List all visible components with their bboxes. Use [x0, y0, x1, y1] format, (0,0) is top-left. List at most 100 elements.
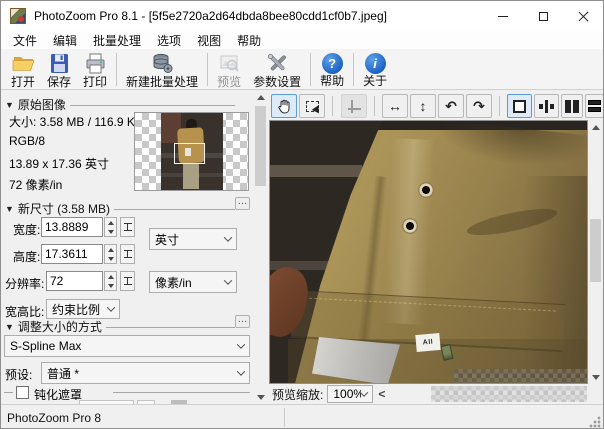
batch-database-icon: [151, 52, 174, 75]
ptoolbar-separator: [332, 96, 333, 116]
height-label: 高度:: [13, 248, 40, 265]
resize-grip[interactable]: [589, 416, 601, 428]
menu-batch[interactable]: 批量处理: [85, 31, 149, 50]
chevron-down-icon: [237, 340, 245, 348]
original-thumbnail[interactable]: [134, 112, 249, 191]
flip-vertical-button[interactable]: ↕: [410, 94, 436, 118]
menu-help[interactable]: 帮助: [229, 31, 269, 50]
menu-file[interactable]: 文件: [5, 31, 45, 50]
resolution-unit-select[interactable]: 像素/in: [149, 271, 237, 293]
section-rule: [114, 209, 235, 210]
app-icon: [10, 8, 26, 24]
thumbnail-selection-rect[interactable]: [174, 143, 205, 164]
marquee-tool-button[interactable]: [299, 94, 325, 118]
crop-icon: [348, 100, 361, 113]
collapse-triangle-icon: ▼: [5, 322, 14, 332]
width-reset-button[interactable]: [120, 217, 135, 237]
size-unit-select[interactable]: 英寸: [149, 228, 237, 250]
unsharp-mask-label: 钝化遮罩: [34, 386, 82, 403]
view-side-by-side-button[interactable]: [561, 94, 583, 118]
preview-bottom-bar: 预览缩放: 100% <: [266, 384, 604, 404]
view-single-icon: [513, 100, 526, 113]
toolbar-separator: [207, 53, 208, 86]
ibeam-icon: [124, 250, 132, 258]
photo-grommet: [402, 218, 418, 234]
scroll-down-icon[interactable]: [589, 370, 602, 384]
menu-options[interactable]: 选项: [149, 31, 189, 50]
scroll-up-icon[interactable]: [589, 120, 602, 134]
original-mode-line: RGB/8: [9, 134, 45, 148]
width-input[interactable]: [41, 217, 103, 237]
panel-scrollbar[interactable]: [254, 90, 267, 404]
flip-vertical-icon: ↕: [420, 98, 427, 114]
view-top-bottom-button[interactable]: [585, 94, 604, 118]
minimize-button[interactable]: [483, 1, 523, 31]
resize-method-select[interactable]: S-Spline Max: [4, 335, 250, 357]
section-original-image[interactable]: ▼ 原始图像: [5, 96, 235, 113]
menu-edit[interactable]: 编辑: [45, 31, 85, 50]
open-folder-icon: [12, 52, 35, 75]
resolution-spinner[interactable]: [104, 271, 117, 291]
help-button[interactable]: ? 帮助: [314, 51, 350, 88]
section-resize-method[interactable]: ▼ 调整大小的方式: [5, 318, 235, 335]
flip-horizontal-button[interactable]: ↔: [382, 94, 408, 118]
photozoom-window: PhotoZoom Pro 8.1 - [5f5e2720a2d64dbda8b…: [0, 0, 604, 429]
window-title: PhotoZoom Pro 8.1 - [5f5e2720a2d64dbda8b…: [34, 9, 483, 23]
toolbar-separator: [353, 53, 354, 86]
height-reset-button[interactable]: [120, 244, 135, 264]
height-input[interactable]: [41, 244, 103, 264]
rotate-ccw-button[interactable]: ↶: [438, 94, 464, 118]
menu-view[interactable]: 视图: [189, 31, 229, 50]
rotate-cw-button[interactable]: ↷: [466, 94, 492, 118]
view-split-icon: [545, 100, 548, 113]
preview-zoom-select[interactable]: 100%: [327, 385, 373, 403]
preview-scrollbar-thumb[interactable]: [590, 219, 601, 282]
unsharp-rule: [4, 392, 13, 393]
toolbar-separator: [116, 53, 117, 86]
save-button[interactable]: 保存: [41, 51, 77, 88]
close-button[interactable]: [563, 1, 603, 31]
section-new-size[interactable]: ▼ 新尺寸 (3.58 MB): [5, 200, 235, 217]
marquee-icon: [306, 101, 319, 112]
unsharp-mask-checkbox[interactable]: [16, 386, 29, 399]
section-title: 调整大小的方式: [18, 318, 102, 335]
panel-scrollbar-thumb[interactable]: [255, 106, 266, 186]
height-spinner[interactable]: [104, 244, 117, 264]
ptoolbar-separator: [499, 96, 500, 116]
preset-label: 预设:: [5, 366, 32, 383]
open-button[interactable]: 打开: [5, 51, 41, 88]
preview-image-icon: [218, 52, 241, 75]
settings-button[interactable]: 参数设置: [247, 51, 307, 88]
flip-horizontal-icon: ↔: [388, 98, 402, 114]
preview-scrollbar[interactable]: [589, 120, 602, 384]
photo-label-tag: AII: [415, 333, 440, 352]
new-batch-button[interactable]: 新建批量处理: [120, 51, 204, 88]
aspect-ratio-select[interactable]: 约束比例: [46, 299, 120, 319]
tools-icon: [266, 52, 289, 75]
preset-select[interactable]: 普通 *: [41, 362, 250, 384]
photo-label-text: AII: [422, 339, 433, 347]
preview-image[interactable]: AII: [269, 120, 588, 384]
photo-stair-line: [270, 165, 362, 177]
new-size-options-button[interactable]: …: [235, 197, 250, 210]
maximize-button[interactable]: [523, 1, 563, 31]
rotate-ccw-icon: ↶: [445, 98, 457, 115]
print-button[interactable]: 打印: [77, 51, 113, 88]
resolution-reset-button[interactable]: [120, 271, 135, 291]
scroll-up-icon[interactable]: [254, 90, 267, 104]
chevron-down-icon: [224, 276, 232, 284]
view-split-button[interactable]: [534, 94, 559, 118]
width-spinner[interactable]: [104, 217, 117, 237]
section-rule: [106, 327, 235, 328]
view-single-button[interactable]: [507, 94, 532, 118]
resize-method-options-button[interactable]: …: [235, 315, 250, 328]
about-button[interactable]: i 关于: [357, 51, 393, 88]
ibeam-icon: [124, 277, 132, 285]
statusbar-text: PhotoZoom Pro 8: [7, 411, 101, 425]
original-resolution-line: 72 像素/in: [9, 176, 62, 193]
hand-tool-button[interactable]: [271, 94, 297, 118]
main-toolbar: 打开 保存 打印 新建批量处理 预览: [1, 49, 603, 90]
scroll-left-icon[interactable]: <: [378, 387, 385, 401]
resolution-input[interactable]: [46, 271, 103, 291]
unsharp-rule: [113, 392, 250, 393]
